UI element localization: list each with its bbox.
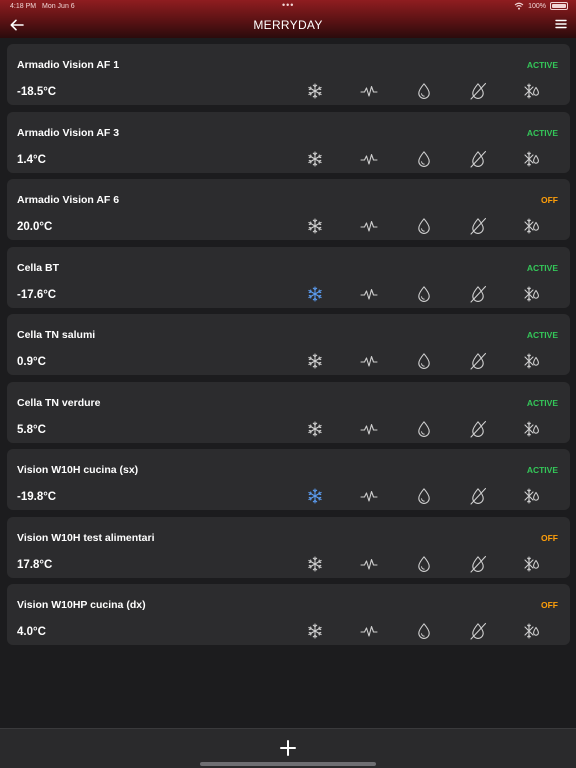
pulse-icon (360, 487, 378, 505)
status-badge: ACTIVE (526, 397, 558, 408)
defrost-icon (523, 555, 541, 573)
defrost-icon (523, 150, 541, 168)
device-icon-row (7, 217, 570, 235)
pulse-icon (360, 622, 378, 640)
droplet-off-icon (469, 487, 487, 505)
pulse-icon (360, 217, 378, 235)
defrost-icon (523, 285, 541, 303)
device-card[interactable]: Armadio Vision AF 6 OFF 20.0°C (7, 179, 570, 240)
page-title: MERRYDAY (253, 18, 323, 32)
defrost-icon (523, 487, 541, 505)
status-date: Mon Jun 6 (42, 3, 75, 10)
device-list: Armadio Vision AF 1 ACTIVE -18.5°C Armadio … (7, 44, 570, 652)
plus-icon[interactable] (278, 738, 298, 758)
droplet-icon (415, 352, 433, 370)
pulse-icon (360, 555, 378, 573)
snowflake-icon (306, 285, 324, 303)
droplet-icon (415, 217, 433, 235)
multitasking-dots-icon[interactable]: ••• (282, 0, 294, 10)
defrost-icon (523, 82, 541, 100)
device-name: Vision W10HP cucina (dx) (17, 599, 146, 611)
droplet-off-icon (469, 352, 487, 370)
device-name: Armadio Vision AF 6 (17, 194, 120, 206)
device-icon-row (7, 82, 570, 100)
status-badge: ACTIVE (526, 330, 558, 340)
device-icon-row (7, 622, 570, 640)
app-header: 4:18 PM Mon Jun 6 ••• 100% MERRYDAY (0, 0, 576, 38)
droplet-off-icon (469, 555, 487, 573)
snowflake-icon (306, 352, 324, 370)
device-icon-row (7, 487, 570, 505)
snowflake-icon (306, 82, 324, 100)
droplet-icon (415, 285, 433, 303)
snowflake-icon (306, 487, 324, 505)
status-badge: OFF (541, 532, 558, 543)
defrost-icon (523, 217, 541, 235)
pulse-icon (360, 352, 378, 370)
device-name: Vision W10H test alimentari (17, 531, 155, 544)
snowflake-icon (306, 420, 324, 438)
battery-icon (550, 2, 568, 10)
droplet-icon (415, 150, 433, 168)
droplet-icon (415, 555, 433, 573)
device-icon-row (7, 555, 570, 573)
status-badge: ACTIVE (526, 262, 558, 273)
nav-bar: MERRYDAY (0, 13, 576, 38)
status-time: 4:18 PM (10, 3, 37, 10)
droplet-off-icon (469, 622, 487, 640)
device-card[interactable]: Vision W10H test alimentari OFF 17.8°C (7, 516, 570, 578)
device-card[interactable]: Armadio Vision AF 3 ACTIVE 1.4°C (7, 111, 570, 173)
device-icon-row (7, 420, 570, 438)
defrost-icon (523, 420, 541, 438)
device-card[interactable]: Vision W10HP cucina (dx) OFF 4.0°C (7, 584, 570, 645)
snowflake-icon (306, 150, 324, 168)
device-name: Cella BT (17, 261, 60, 274)
droplet-icon (415, 82, 433, 100)
droplet-off-icon (469, 217, 487, 235)
device-name: Cella TN verdure (17, 396, 101, 409)
device-name: Armadio Vision AF 3 (17, 126, 120, 139)
status-right: 100% (514, 2, 568, 10)
status-badge: OFF (541, 600, 558, 610)
defrost-icon (523, 622, 541, 640)
droplet-icon (415, 487, 433, 505)
pulse-icon (360, 420, 378, 438)
device-card[interactable]: Cella BT ACTIVE -17.6°C (7, 246, 570, 308)
pulse-icon (360, 285, 378, 303)
device-name: Armadio Vision AF 1 (17, 59, 120, 71)
device-icon-row (7, 285, 570, 303)
snowflake-icon (306, 217, 324, 235)
droplet-off-icon (469, 150, 487, 168)
battery-percent: 100% (528, 2, 546, 10)
pulse-icon (360, 150, 378, 168)
status-badge: ACTIVE (526, 465, 558, 475)
droplet-icon (415, 622, 433, 640)
home-indicator (200, 762, 376, 766)
bottom-toolbar (0, 728, 576, 768)
snowflake-icon (306, 555, 324, 573)
droplet-off-icon (469, 420, 487, 438)
device-card[interactable]: Armadio Vision AF 1 ACTIVE -18.5°C (7, 44, 570, 105)
pulse-icon (360, 82, 378, 100)
hamburger-menu-icon[interactable] (554, 17, 568, 31)
device-name: Vision W10H cucina (sx) (17, 464, 139, 476)
status-bar: 4:18 PM Mon Jun 6 ••• 100% (0, 0, 576, 13)
device-card[interactable]: Vision W10H cucina (sx) ACTIVE -19.8°C (7, 449, 570, 510)
status-badge: OFF (541, 195, 558, 205)
device-icon-row (7, 150, 570, 168)
device-card[interactable]: Cella TN salumi ACTIVE 0.9°C (7, 314, 570, 375)
defrost-icon (523, 352, 541, 370)
status-badge: ACTIVE (526, 60, 558, 70)
device-name: Cella TN salumi (17, 329, 96, 341)
droplet-icon (415, 420, 433, 438)
droplet-off-icon (469, 82, 487, 100)
droplet-off-icon (469, 285, 487, 303)
wifi-icon (514, 2, 524, 10)
device-card[interactable]: Cella TN verdure ACTIVE 5.8°C (7, 381, 570, 443)
device-icon-row (7, 352, 570, 370)
status-badge: ACTIVE (526, 127, 558, 138)
snowflake-icon (306, 622, 324, 640)
